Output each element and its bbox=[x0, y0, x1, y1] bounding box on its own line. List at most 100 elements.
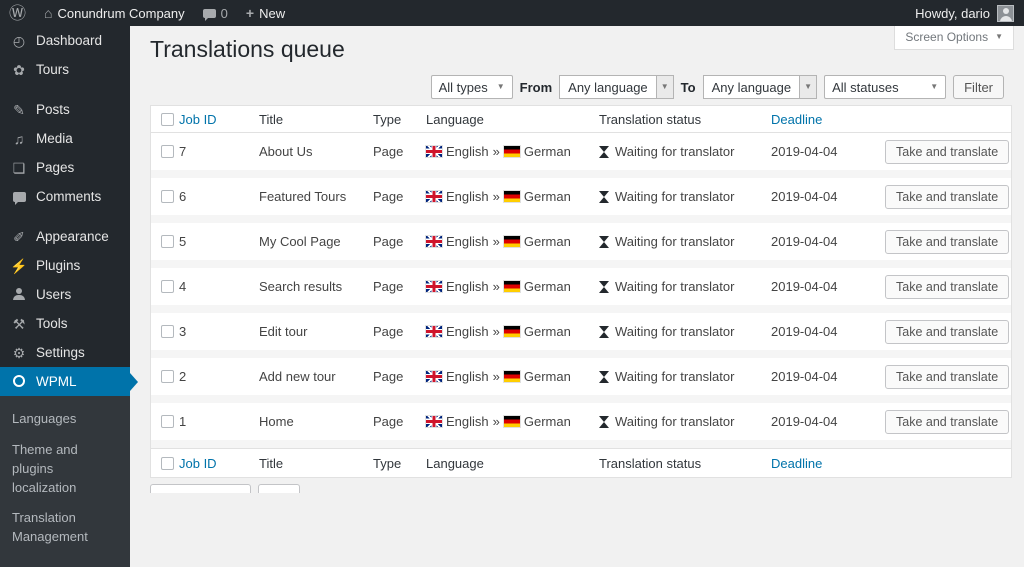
column-header-deadline[interactable]: Deadline bbox=[771, 112, 885, 127]
status-cell: Waiting for translator bbox=[599, 234, 771, 249]
home-icon: ⌂ bbox=[44, 5, 53, 21]
settings-icon: ⚙ bbox=[12, 344, 26, 361]
row-checkbox[interactable] bbox=[161, 370, 174, 384]
from-language-dropdown-button[interactable]: ▼ bbox=[655, 75, 674, 100]
sidebar-subitem-translation-management[interactable]: Translation Management bbox=[0, 503, 130, 553]
table-header-row: Job ID Title Type Language Translation s… bbox=[151, 106, 1011, 134]
row-checkbox[interactable] bbox=[161, 190, 174, 204]
row-checkbox-cell bbox=[151, 415, 179, 429]
site-name-link[interactable]: ⌂ Conundrum Company bbox=[35, 0, 194, 26]
status-cell: Waiting for translator bbox=[599, 369, 771, 384]
language-from-label: English bbox=[446, 234, 489, 250]
sidebar-item-comments[interactable]: Comments bbox=[0, 182, 130, 211]
sidebar-item-pages[interactable]: ❏ Pages bbox=[0, 153, 130, 182]
type-cell: Page bbox=[373, 144, 404, 160]
row-checkbox[interactable] bbox=[161, 280, 174, 294]
title-cell: Featured Tours bbox=[259, 189, 347, 205]
row-checkbox[interactable] bbox=[161, 235, 174, 249]
account-menu[interactable]: Howdy, dario bbox=[905, 0, 1024, 26]
hourglass-icon bbox=[599, 190, 609, 204]
howdy-label: Howdy, dario bbox=[915, 5, 990, 21]
new-content-link[interactable]: + New bbox=[237, 0, 294, 26]
select-all-checkbox[interactable] bbox=[161, 112, 174, 126]
sidebar-item-wpml[interactable]: WPML bbox=[0, 367, 130, 396]
to-language-dropdown-button[interactable]: ▼ bbox=[799, 75, 818, 100]
row-checkbox[interactable] bbox=[161, 145, 174, 159]
type-filter-select[interactable]: All types ▼ bbox=[430, 75, 513, 100]
take-and-translate-button[interactable]: Take and translate bbox=[885, 184, 1010, 209]
from-language-value: Any language bbox=[559, 75, 656, 100]
select-all-checkbox-footer[interactable] bbox=[161, 456, 174, 470]
to-language-select[interactable]: Any language ▼ bbox=[702, 75, 818, 100]
menu-separator bbox=[0, 211, 130, 222]
status-cell: Waiting for translator bbox=[599, 144, 771, 159]
wordpress-logo-button[interactable]: Ⓦ bbox=[0, 0, 35, 26]
type-cell: Page bbox=[373, 369, 404, 385]
type-cell: Page bbox=[373, 234, 404, 250]
germany-flag-icon bbox=[503, 191, 520, 203]
take-and-translate-button[interactable]: Take and translate bbox=[885, 364, 1010, 389]
comments-admin-link[interactable]: 0 bbox=[194, 0, 237, 26]
status-cell: Waiting for translator bbox=[599, 279, 771, 294]
sidebar-item-label: Dashboard bbox=[36, 33, 103, 48]
column-header-job-id[interactable]: Job ID bbox=[179, 112, 259, 127]
take-and-translate-button[interactable]: Take and translate bbox=[885, 319, 1010, 344]
language-from-label: English bbox=[446, 189, 489, 205]
job-id-cell: 3 bbox=[179, 324, 187, 340]
take-and-translate-button[interactable]: Take and translate bbox=[885, 139, 1010, 164]
bulk-action-select[interactable] bbox=[150, 484, 251, 493]
pages-icon: ❏ bbox=[12, 159, 26, 176]
footer-header-job-id[interactable]: Job ID bbox=[179, 456, 259, 471]
language-to-label: German bbox=[523, 369, 571, 385]
type-cell: Page bbox=[373, 414, 404, 430]
take-and-translate-button[interactable]: Take and translate bbox=[885, 229, 1010, 254]
select-all-cell bbox=[151, 456, 179, 470]
from-language-select[interactable]: Any language ▼ bbox=[559, 75, 674, 100]
title-cell: Search results bbox=[259, 279, 343, 295]
sidebar-item-tours[interactable]: ✿ Tours bbox=[0, 55, 130, 84]
status-text: Waiting for translator bbox=[615, 144, 735, 160]
sidebar-subitem-theme-localization[interactable]: Theme and plugins localization bbox=[0, 435, 130, 504]
sidebar-item-users[interactable]: Users bbox=[0, 280, 130, 309]
sidebar-item-settings[interactable]: ⚙ Settings bbox=[0, 338, 130, 367]
appearance-icon: ✐ bbox=[13, 228, 25, 245]
comments-icon bbox=[10, 190, 28, 205]
sidebar-subitem-languages[interactable]: Languages bbox=[0, 404, 130, 435]
action-cell: Take and translate bbox=[885, 274, 1011, 299]
sidebar-item-posts[interactable]: ✎ Posts bbox=[0, 95, 130, 124]
sidebar-item-label: Plugins bbox=[36, 258, 81, 273]
title-cell: About Us bbox=[259, 144, 313, 160]
chevron-down-icon: ▼ bbox=[660, 82, 669, 92]
sidebar-item-label: Tools bbox=[36, 316, 68, 331]
sidebar-item-dashboard[interactable]: ◴ Dashboard bbox=[0, 26, 130, 55]
title-cell: Home bbox=[259, 414, 294, 430]
sidebar-item-plugins[interactable]: ⚡ Plugins bbox=[0, 251, 130, 280]
sidebar-item-tools[interactable]: ⚒ Tools bbox=[0, 309, 130, 338]
hourglass-icon bbox=[599, 280, 609, 294]
filter-button[interactable]: Filter bbox=[953, 75, 1004, 100]
bulk-apply-button[interactable] bbox=[258, 484, 300, 493]
row-checkbox-cell bbox=[151, 190, 179, 204]
screen-options-button[interactable]: Screen Options ▼ bbox=[894, 26, 1014, 50]
language-from-label: English bbox=[446, 324, 489, 340]
site-name-label: Conundrum Company bbox=[57, 5, 185, 21]
sidebar-item-appearance[interactable]: ✐ Appearance bbox=[0, 222, 130, 251]
filter-bar: All types ▼ From Any language ▼ To Any l… bbox=[150, 75, 1004, 100]
take-and-translate-button[interactable]: Take and translate bbox=[885, 274, 1010, 299]
chevron-down-icon: ▼ bbox=[496, 82, 505, 92]
row-checkbox[interactable] bbox=[161, 415, 174, 429]
status-cell: Waiting for translator bbox=[599, 414, 771, 429]
table-row: 1 Home Page English » German Waiting for… bbox=[151, 403, 1011, 449]
language-cell: English » German bbox=[426, 144, 599, 159]
footer-header-deadline[interactable]: Deadline bbox=[771, 456, 885, 471]
row-checkbox-cell bbox=[151, 370, 179, 384]
action-cell: Take and translate bbox=[885, 409, 1011, 434]
take-and-translate-button[interactable]: Take and translate bbox=[885, 409, 1010, 434]
language-separator: » bbox=[492, 324, 500, 340]
table-row: 5 My Cool Page Page English » German Wai… bbox=[151, 223, 1011, 269]
table-row: 4 Search results Page English » German W… bbox=[151, 268, 1011, 314]
status-filter-select[interactable]: All statuses ▼ bbox=[824, 75, 947, 100]
sidebar-item-media[interactable]: ♫ Media bbox=[0, 124, 130, 153]
row-checkbox[interactable] bbox=[161, 325, 174, 339]
row-checkbox-cell bbox=[151, 325, 179, 339]
